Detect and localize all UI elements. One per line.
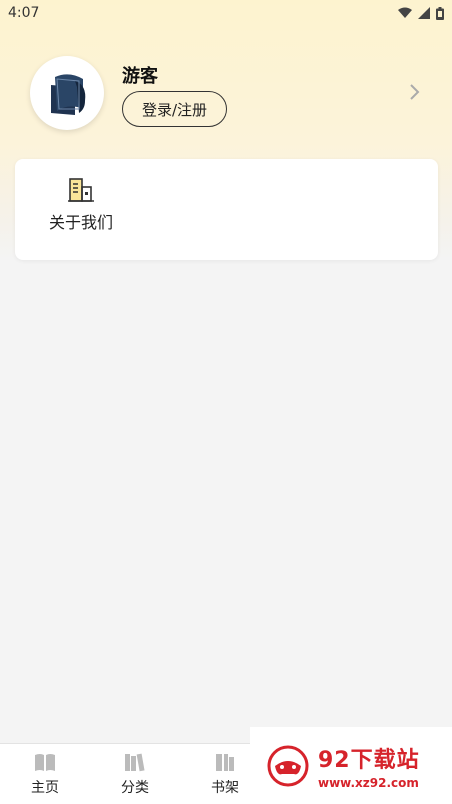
menu-card: 关于我们 xyxy=(15,159,438,260)
nav-label-home: 主页 xyxy=(31,780,59,796)
watermark-title: 92下载站 xyxy=(318,747,420,773)
chevron-right-icon[interactable] xyxy=(408,82,422,102)
status-bar: 4:07 xyxy=(0,0,452,26)
status-icons xyxy=(398,6,444,20)
watermark-url: www.xz92.com xyxy=(318,775,419,790)
battery-icon xyxy=(436,6,444,20)
watermark-text: 92下载站 www.xz92.com xyxy=(318,742,420,790)
profile-header[interactable]: 游客 登录/注册 xyxy=(30,56,430,130)
wifi-icon xyxy=(398,7,412,18)
nav-label-bookshelf: 书架 xyxy=(211,780,239,796)
login-register-button[interactable]: 登录/注册 xyxy=(122,91,227,127)
nav-label-category: 分类 xyxy=(121,780,149,796)
bookshelf-icon xyxy=(216,754,234,771)
avatar[interactable] xyxy=(30,56,104,130)
menu-item-about-us[interactable]: 关于我们 xyxy=(43,177,119,239)
username: 游客 xyxy=(122,66,158,87)
gamepad-logo-icon xyxy=(267,745,309,786)
building-icon xyxy=(68,178,94,202)
watermark-overlay: 92下载站 www.xz92.com xyxy=(250,727,452,804)
status-time: 4:07 xyxy=(8,5,40,21)
open-book-icon xyxy=(35,754,55,771)
signal-icon xyxy=(418,7,430,19)
book-icon xyxy=(51,74,86,115)
nav-item-category[interactable]: 分类 xyxy=(90,744,180,804)
nav-item-home[interactable]: 主页 xyxy=(0,744,90,804)
books-icon xyxy=(125,753,145,772)
menu-item-label: 关于我们 xyxy=(48,213,113,232)
